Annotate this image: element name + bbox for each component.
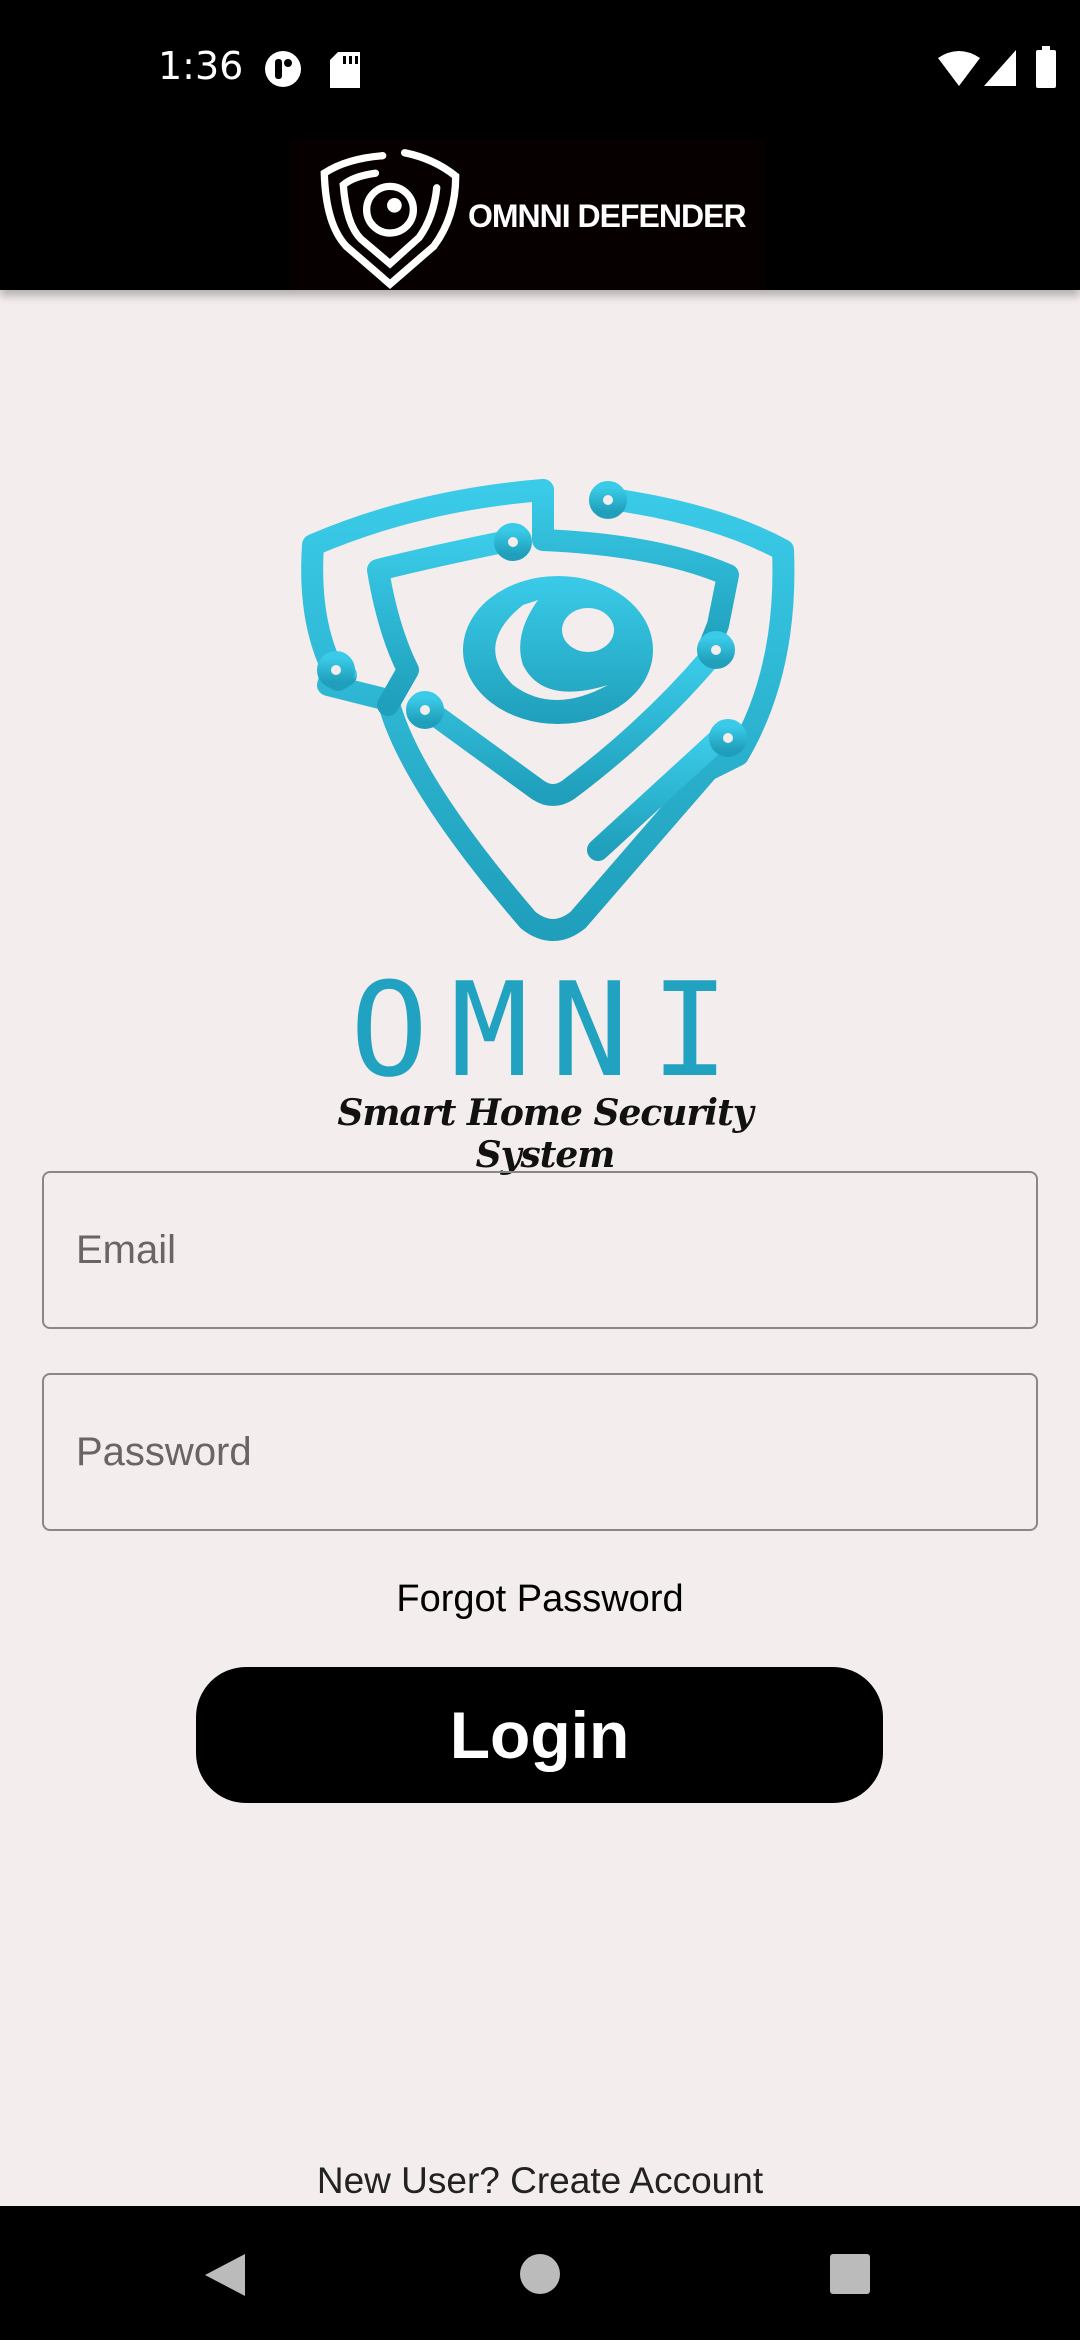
recents-icon[interactable] (830, 2254, 870, 2294)
shield-logo-icon (320, 149, 460, 289)
app-bar: OMNNI DEFENDER (0, 140, 1080, 290)
status-bar: 1:36 (0, 0, 1080, 140)
forgot-password-link[interactable]: Forgot Password (0, 1578, 1080, 1621)
home-icon[interactable] (520, 2254, 560, 2294)
omni-tagline: Smart Home Security System (337, 1092, 753, 1176)
signal-icon (984, 50, 1016, 86)
password-input[interactable] (44, 1375, 1036, 1529)
login-button[interactable]: Login (196, 1667, 883, 1803)
create-account-link[interactable]: New User? Create Account (0, 2160, 1080, 2202)
email-field[interactable] (42, 1171, 1038, 1329)
email-input[interactable] (44, 1173, 1036, 1327)
notification-icon (265, 51, 301, 87)
battery-icon (1036, 46, 1056, 88)
wifi-icon (938, 51, 980, 86)
header-title: OMNNI DEFENDER (468, 198, 747, 234)
back-icon[interactable] (205, 2254, 245, 2296)
navigation-bar (0, 2206, 1080, 2340)
status-time: 1:36 (158, 44, 244, 88)
header-logo: OMNNI DEFENDER (290, 140, 765, 290)
omni-logo (301, 479, 795, 941)
omni-wordmark: OMNI (350, 954, 752, 1106)
password-field[interactable] (42, 1373, 1038, 1531)
sd-card-icon (330, 52, 360, 88)
